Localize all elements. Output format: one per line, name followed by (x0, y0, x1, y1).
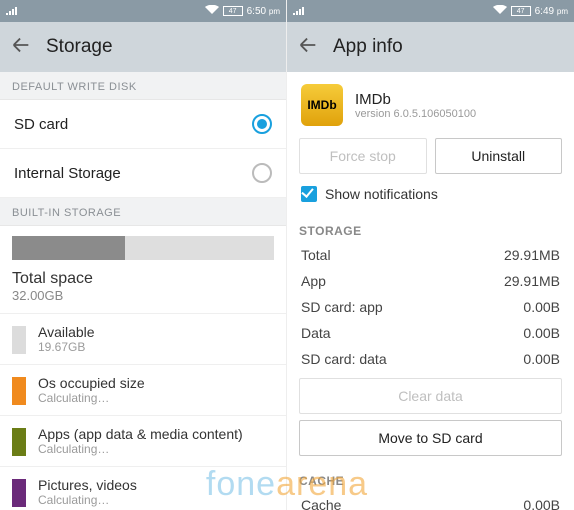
clear-data-button: Clear data (299, 378, 562, 414)
page-title: Storage (46, 36, 113, 58)
cache-value: 0.00B (523, 497, 560, 510)
builtin-header: BUILT-IN STORAGE (0, 198, 286, 226)
category-sub: Calculating… (38, 493, 137, 507)
storage-bar-fill (12, 236, 125, 260)
back-icon[interactable] (297, 34, 319, 61)
storage-value: 0.00B (523, 351, 560, 367)
show-notifications-row[interactable]: Show notifications (287, 182, 574, 212)
storage-value: 29.91MB (504, 273, 560, 289)
category-list: Available19.67GBOs occupied sizeCalculat… (0, 314, 286, 510)
total-space-label: Total space (0, 264, 286, 288)
category-sub: 19.67GB (38, 340, 95, 354)
status-time: 6:49 pm (535, 6, 568, 17)
storage-row: Data 0.00B (287, 320, 574, 346)
category-label: Apps (app data & media content) (38, 426, 243, 442)
app-icon: IMDb (301, 84, 343, 126)
default-disk-header: DEFAULT WRITE DISK (0, 72, 286, 100)
show-notifications-label: Show notifications (325, 186, 438, 202)
category-row[interactable]: Available19.67GB (0, 314, 286, 365)
total-space-value: 32.00GB (0, 288, 286, 314)
cache-header: CACHE (287, 462, 574, 492)
cache-label: Cache (301, 497, 341, 510)
category-label: Available (38, 324, 95, 340)
app-header: IMDb IMDb version 6.0.5.106050100 (287, 72, 574, 138)
color-swatch (12, 428, 26, 456)
storage-key: App (301, 273, 326, 289)
storage-bar (0, 226, 286, 264)
app-info-screen: 47 6:49 pm App info IMDb IMDb version 6.… (287, 0, 574, 510)
title-bar: App info (287, 22, 574, 72)
color-swatch (12, 326, 26, 354)
app-name: IMDb (355, 91, 476, 108)
status-time: 6:50 pm (247, 6, 280, 17)
checkbox-icon (301, 186, 317, 202)
status-bar: 47 6:50 pm (0, 0, 286, 22)
cache-row: Cache 0.00B (287, 492, 574, 510)
signal-icon (293, 5, 305, 18)
category-row[interactable]: Pictures, videosCalculating… (0, 467, 286, 510)
storage-screen: 47 6:50 pm Storage DEFAULT WRITE DISK SD… (0, 0, 287, 510)
storage-row: App 29.91MB (287, 268, 574, 294)
battery-icon: 47 (511, 6, 531, 16)
storage-row: SD card: app 0.00B (287, 294, 574, 320)
internal-storage-option[interactable]: Internal Storage (0, 149, 286, 198)
radio-icon (252, 163, 272, 183)
category-sub: Calculating… (38, 391, 145, 405)
title-bar: Storage (0, 22, 286, 72)
back-icon[interactable] (10, 34, 32, 61)
category-row[interactable]: Os occupied sizeCalculating… (0, 365, 286, 416)
page-title: App info (333, 36, 403, 58)
status-bar: 47 6:49 pm (287, 0, 574, 22)
sd-card-label: SD card (14, 116, 68, 133)
storage-key: Total (301, 247, 331, 263)
category-label: Pictures, videos (38, 477, 137, 493)
storage-rows: Total29.91MBApp29.91MBSD card: app0.00BD… (287, 242, 574, 372)
storage-header: STORAGE (287, 212, 574, 242)
color-swatch (12, 377, 26, 405)
storage-value: 0.00B (523, 299, 560, 315)
storage-value: 29.91MB (504, 247, 560, 263)
wifi-icon (205, 5, 219, 18)
internal-label: Internal Storage (14, 165, 121, 182)
signal-icon (6, 5, 18, 18)
radio-icon (252, 114, 272, 134)
app-version: version 6.0.5.106050100 (355, 108, 476, 120)
storage-row: SD card: data 0.00B (287, 346, 574, 372)
storage-key: SD card: app (301, 299, 383, 315)
storage-row: Total 29.91MB (287, 242, 574, 268)
category-label: Os occupied size (38, 375, 145, 391)
move-to-sd-button[interactable]: Move to SD card (299, 420, 562, 456)
storage-key: Data (301, 325, 331, 341)
sd-card-option[interactable]: SD card (0, 100, 286, 149)
uninstall-button[interactable]: Uninstall (435, 138, 563, 174)
battery-icon: 47 (223, 6, 243, 16)
category-sub: Calculating… (38, 442, 243, 456)
force-stop-button: Force stop (299, 138, 427, 174)
color-swatch (12, 479, 26, 507)
category-row[interactable]: Apps (app data & media content)Calculati… (0, 416, 286, 467)
storage-value: 0.00B (523, 325, 560, 341)
wifi-icon (493, 5, 507, 18)
storage-key: SD card: data (301, 351, 387, 367)
